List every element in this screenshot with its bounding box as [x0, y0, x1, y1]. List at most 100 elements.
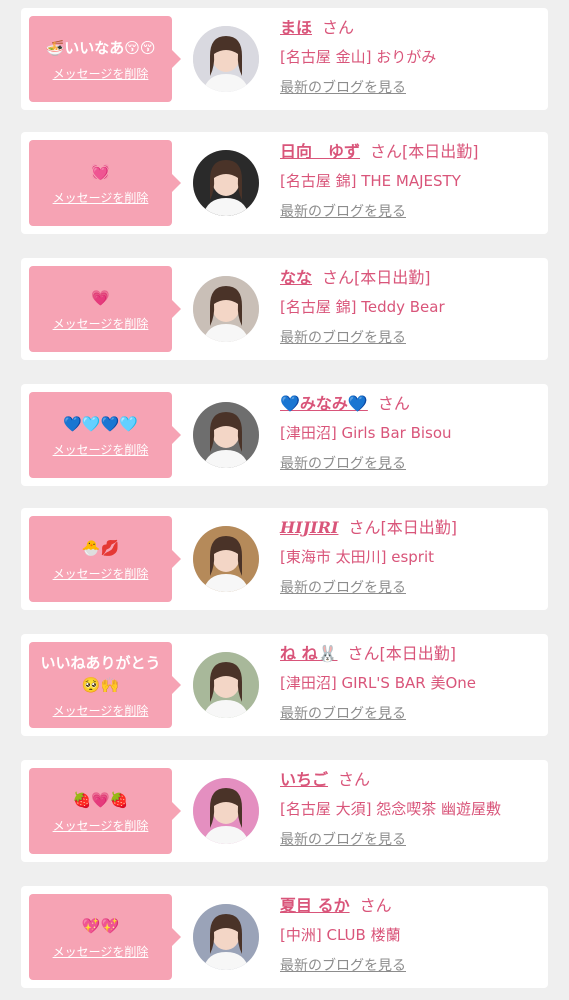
message-bubble: いいねありがとう🥺🙌 メッセージを削除 — [29, 642, 181, 728]
honorific: さん — [377, 394, 410, 413]
honorific: さん — [347, 644, 380, 663]
cast-info: ね ね🐰 さん[本日出勤] [津田沼] GIRL'S BAR 美One 最新のブロ… — [280, 642, 542, 724]
girl-avatar-icon — [193, 526, 259, 592]
message-card: いいねありがとう🥺🙌 メッセージを削除 ね ね🐰 さん[本日出勤] [津田沼] G… — [21, 634, 548, 736]
girl-avatar-icon — [193, 904, 259, 970]
message-card: 🍓💗🍓 メッセージを削除 いちご さん [名古屋 大須] 怨念喫茶 幽遊屋敷 最新… — [21, 760, 548, 862]
message-bubble: 🍓💗🍓 メッセージを削除 — [29, 768, 181, 854]
message-card: 💙🩵💙🩵 メッセージを削除 💙みなみ💙 さん [津田沼] Girls Bar Bi… — [21, 384, 548, 486]
message-text: いいねありがとう🥺🙌 — [40, 653, 161, 694]
delete-message-link[interactable]: メッセージを削除 — [53, 441, 149, 458]
cast-name-link[interactable]: なな — [280, 268, 312, 287]
message-card: 🍜いいなあ😚😚 メッセージを削除 まほ さん [名古屋 金山] おりがみ 最新のブ… — [21, 8, 548, 110]
avatar[interactable] — [193, 778, 259, 844]
name-line: なな さん[本日出勤] — [280, 266, 542, 290]
latest-blog-link[interactable]: 最新のブログを見る — [280, 956, 406, 976]
avatar[interactable] — [193, 652, 259, 718]
cast-info: 夏目 るか さん [中洲] CLUB 楼蘭 最新のブログを見る — [280, 894, 542, 976]
message-bubble: 🐣💋 メッセージを削除 — [29, 516, 181, 602]
cast-info: いちご さん [名古屋 大須] 怨念喫茶 幽遊屋敷 最新のブログを見る — [280, 768, 542, 850]
delete-message-link[interactable]: メッセージを削除 — [53, 817, 149, 834]
message-text: 💗 — [91, 288, 110, 307]
latest-blog-link[interactable]: 最新のブログを見る — [280, 202, 406, 222]
message-bubble: 🍜いいなあ😚😚 メッセージを削除 — [29, 16, 181, 102]
name-line: ね ね🐰 さん[本日出勤] — [280, 642, 542, 666]
honorific: さん — [338, 770, 371, 789]
cast-name-link[interactable]: 夏目 るか — [280, 896, 350, 915]
message-text: 🐣💋 — [81, 538, 120, 557]
avatar[interactable] — [193, 150, 259, 216]
latest-blog-link[interactable]: 最新のブログを見る — [280, 830, 406, 850]
message-bubble: 💓 メッセージを削除 — [29, 140, 181, 226]
message-card: 💗 メッセージを削除 なな さん[本日出勤] [名古屋 錦] Teddy Bear… — [21, 258, 548, 360]
avatar[interactable] — [193, 276, 259, 342]
girl-avatar-icon — [193, 150, 259, 216]
attendance-badge: [本日出勤] — [380, 518, 457, 537]
latest-blog-link[interactable]: 最新のブログを見る — [280, 454, 406, 474]
honorific: さん — [348, 518, 381, 537]
girl-avatar-icon — [193, 402, 259, 468]
name-line: いちご さん — [280, 768, 542, 792]
cast-name-link[interactable]: 日向 ゆず — [280, 142, 360, 161]
attendance-badge: [本日出勤] — [354, 268, 431, 287]
shop-label: [中洲] CLUB 楼蘭 — [280, 926, 401, 944]
message-text: 💓 — [91, 162, 110, 181]
message-card: 🐣💋 メッセージを削除 HIJIRI さん[本日出勤] [東海市 太田川] esp… — [21, 508, 548, 610]
message-text: 💖💖 — [81, 916, 120, 935]
message-list: 🍜いいなあ😚😚 メッセージを削除 まほ さん [名古屋 金山] おりがみ 最新のブ… — [0, 0, 569, 1000]
cast-name-link[interactable]: 💙みなみ💙 — [280, 394, 368, 413]
cast-info: 日向 ゆず さん[本日出勤] [名古屋 錦] THE MAJESTY 最新のブログ… — [280, 140, 542, 222]
shop-label: [名古屋 錦] THE MAJESTY — [280, 172, 461, 190]
honorific: さん — [370, 142, 403, 161]
latest-blog-link[interactable]: 最新のブログを見る — [280, 328, 406, 348]
honorific: さん — [322, 18, 355, 37]
honorific: さん — [322, 268, 355, 287]
message-text: 🍓💗🍓 — [72, 790, 129, 809]
delete-message-link[interactable]: メッセージを削除 — [53, 565, 149, 582]
attendance-badge: [本日出勤] — [402, 142, 479, 161]
cast-name-link[interactable]: いちご — [280, 770, 328, 789]
cast-info: HIJIRI さん[本日出勤] [東海市 太田川] esprit 最新のブログを見… — [280, 516, 542, 598]
cast-info: まほ さん [名古屋 金山] おりがみ 最新のブログを見る — [280, 16, 542, 98]
delete-message-link[interactable]: メッセージを削除 — [53, 943, 149, 960]
delete-message-link[interactable]: メッセージを削除 — [53, 189, 149, 206]
name-line: 💙みなみ💙 さん — [280, 392, 542, 416]
avatar[interactable] — [193, 526, 259, 592]
girl-avatar-icon — [193, 652, 259, 718]
girl-avatar-icon — [193, 26, 259, 92]
latest-blog-link[interactable]: 最新のブログを見る — [280, 578, 406, 598]
delete-message-link[interactable]: メッセージを削除 — [53, 315, 149, 332]
cast-name-link[interactable]: ね ね🐰 — [280, 644, 338, 663]
cast-info: 💙みなみ💙 さん [津田沼] Girls Bar Bisou 最新のブログを見る — [280, 392, 542, 474]
name-line: まほ さん — [280, 16, 542, 40]
shop-label: [名古屋 金山] おりがみ — [280, 48, 437, 66]
message-text: 🍜いいなあ😚😚 — [45, 38, 156, 57]
name-line: HIJIRI さん[本日出勤] — [280, 516, 542, 540]
attendance-badge: [本日出勤] — [379, 644, 457, 663]
cast-name-link[interactable]: まほ — [280, 18, 312, 37]
latest-blog-link[interactable]: 最新のブログを見る — [280, 704, 406, 724]
shop-label: [津田沼] GIRL'S BAR 美One — [280, 674, 476, 692]
shop-label: [津田沼] Girls Bar Bisou — [280, 424, 452, 442]
shop-label: [東海市 太田川] esprit — [280, 548, 435, 566]
avatar[interactable] — [193, 402, 259, 468]
message-bubble: 💗 メッセージを削除 — [29, 266, 181, 352]
message-card: 💖💖 メッセージを削除 夏目 るか さん [中洲] CLUB 楼蘭 最新のブログを… — [21, 886, 548, 988]
avatar[interactable] — [193, 904, 259, 970]
message-bubble: 💖💖 メッセージを削除 — [29, 894, 181, 980]
delete-message-link[interactable]: メッセージを削除 — [53, 702, 149, 719]
message-card: 💓 メッセージを削除 日向 ゆず さん[本日出勤] [名古屋 錦] THE MAJ… — [21, 132, 548, 234]
avatar[interactable] — [193, 26, 259, 92]
name-line: 夏目 るか さん — [280, 894, 542, 918]
name-line: 日向 ゆず さん[本日出勤] — [280, 140, 542, 164]
honorific: さん — [359, 896, 392, 915]
girl-avatar-icon — [193, 778, 259, 844]
delete-message-link[interactable]: メッセージを削除 — [53, 65, 149, 82]
cast-name-link[interactable]: HIJIRI — [280, 518, 338, 537]
message-text: 💙🩵💙🩵 — [63, 414, 138, 433]
cast-info: なな さん[本日出勤] [名古屋 錦] Teddy Bear 最新のブログを見る — [280, 266, 542, 348]
latest-blog-link[interactable]: 最新のブログを見る — [280, 78, 406, 98]
shop-label: [名古屋 錦] Teddy Bear — [280, 298, 445, 316]
shop-label: [名古屋 大須] 怨念喫茶 幽遊屋敷 — [280, 800, 502, 818]
girl-avatar-icon — [193, 276, 259, 342]
